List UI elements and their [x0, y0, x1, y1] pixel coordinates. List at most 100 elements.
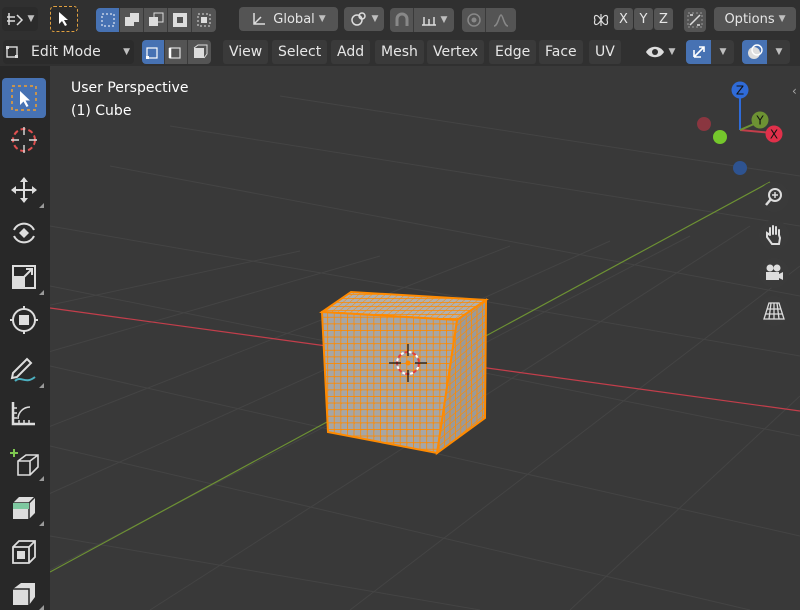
mirror-x-toggle[interactable]: X [614, 8, 633, 30]
mirror-z-toggle[interactable]: Z [654, 8, 673, 30]
mirror-button[interactable] [590, 8, 612, 32]
eye-icon [645, 46, 664, 58]
select-box-tool[interactable] [2, 78, 46, 118]
options-label: Options [724, 11, 775, 27]
butterfly-mirror-icon [593, 14, 609, 26]
menu-view[interactable]: View [223, 40, 269, 64]
tool-flyout-indicator [39, 521, 44, 526]
face-select-mode-button[interactable] [188, 40, 211, 64]
rotate-tool[interactable] [2, 213, 46, 253]
inset-faces-tool[interactable] [2, 532, 46, 572]
vertex-select-mode-button[interactable] [142, 40, 165, 64]
camera-icon [766, 264, 783, 280]
overlay-toggle[interactable] [742, 40, 768, 64]
viewport-header: Edit Mode ▼ View Select Add Mesh Vertex … [0, 38, 800, 66]
mirror-y-toggle[interactable]: Y [634, 8, 653, 30]
extrude-region-tool[interactable] [2, 488, 46, 528]
auto-merge-icon [687, 12, 703, 28]
sidebar-toggle[interactable]: ‹ [792, 84, 800, 104]
menu-uv[interactable]: UV [589, 40, 621, 64]
add-cube-tool[interactable] [2, 443, 46, 483]
falloff-dropdown[interactable] [486, 8, 516, 32]
select-mode-group [142, 40, 211, 64]
viewport-scene[interactable] [50, 66, 800, 610]
select-box-icon [11, 85, 37, 111]
annotate-tool[interactable] [2, 350, 46, 390]
falloff-curve-icon [493, 14, 509, 27]
mode-label: Edit Mode [31, 44, 101, 60]
chevron-down-icon: ▼ [775, 47, 783, 57]
transform-icon [10, 306, 38, 334]
active-tool-button[interactable] [50, 6, 78, 32]
gizmo-neg-z[interactable] [733, 161, 747, 175]
chevron-down-icon: ▼ [719, 47, 727, 57]
select-subtract-button[interactable] [144, 8, 168, 32]
menu-vertex[interactable]: Vertex [427, 40, 485, 64]
perspective-toggle-button[interactable] [759, 296, 789, 326]
tool-flyout-indicator [39, 476, 44, 481]
visibility-dropdown[interactable]: ▼ [640, 40, 680, 64]
overlay-group: ▼ [742, 40, 790, 64]
gizmo-group: ▼ [686, 40, 734, 64]
hand-icon [766, 225, 782, 245]
menu-select[interactable]: Select [272, 40, 328, 64]
orientation-icon [253, 13, 266, 25]
tool-flyout-indicator [39, 203, 44, 208]
gizmo-z-label: Z [736, 84, 744, 98]
editor-type-button[interactable]: ▼ [2, 7, 38, 31]
tool-flyout-indicator [39, 605, 44, 610]
proportional-edit-toggle[interactable] [462, 8, 486, 32]
chevron-down-icon: ▼ [371, 14, 379, 24]
pan-button[interactable] [759, 220, 789, 250]
editor-type-icon [6, 13, 23, 26]
mode-dropdown[interactable]: Edit Mode ▼ [3, 40, 134, 64]
chevron-down-icon: ▼ [27, 14, 35, 24]
snap-target-dropdown[interactable]: ▼ [414, 8, 454, 32]
select-extend-button[interactable] [120, 8, 144, 32]
tool-settings-bar: ▼ Global ▼ ▼ ▼ X Y Z Options ▼ [0, 0, 800, 38]
snap-toggle[interactable] [390, 8, 414, 32]
proportional-edit-group [462, 8, 516, 32]
select-extend-icon [124, 13, 139, 26]
tool-flyout-indicator [39, 290, 44, 295]
select-intersect-button[interactable] [192, 8, 216, 32]
navigation-gizmo[interactable]: Z Y X [690, 74, 800, 184]
gizmo-toggle[interactable] [686, 40, 712, 64]
gizmo-y-label: Y [755, 114, 764, 128]
menu-edge[interactable]: Edge [489, 40, 537, 64]
gizmo-dropdown[interactable]: ▼ [712, 40, 734, 64]
edge-select-mode-button[interactable] [165, 40, 188, 64]
cursor-tool[interactable] [2, 120, 46, 160]
move-tool[interactable] [2, 170, 46, 210]
edit-mode-icon [6, 46, 18, 58]
magnifier-icon [765, 188, 782, 206]
pivot-point-dropdown[interactable]: ▼ [344, 7, 384, 31]
transform-tool[interactable] [2, 300, 46, 340]
auto-merge-toggle[interactable] [684, 8, 706, 32]
bevel-tool[interactable] [2, 572, 46, 610]
gizmo-neg-x[interactable] [697, 117, 711, 131]
3d-viewport[interactable]: User Perspective (1) Cube Z Y X ‹ [50, 66, 800, 610]
chevron-down-icon: ▼ [318, 14, 326, 24]
select-invert-button[interactable] [168, 8, 192, 32]
gizmo-neg-y[interactable] [713, 130, 727, 144]
transform-orientation-dropdown[interactable]: Global ▼ [239, 7, 338, 31]
overlay-dropdown[interactable]: ▼ [768, 40, 790, 64]
menu-mesh[interactable]: Mesh [375, 40, 424, 64]
select-new-icon [101, 13, 114, 27]
select-invert-icon [172, 13, 187, 27]
move-arrows-icon [11, 177, 37, 203]
tool-shelf [0, 66, 50, 610]
scale-tool[interactable] [2, 257, 46, 297]
measure-tool[interactable] [2, 393, 46, 433]
zoom-button[interactable] [759, 182, 789, 212]
menu-face[interactable]: Face [539, 40, 583, 64]
snap-increment-icon [421, 17, 436, 26]
3d-cursor-icon [11, 127, 37, 153]
select-new-button[interactable] [96, 8, 120, 32]
chevron-left-icon: ‹ [792, 84, 797, 98]
menu-add[interactable]: Add [331, 40, 371, 64]
camera-view-button[interactable] [759, 258, 789, 288]
options-dropdown[interactable]: Options ▼ [714, 7, 796, 31]
pivot-icon [350, 12, 366, 26]
